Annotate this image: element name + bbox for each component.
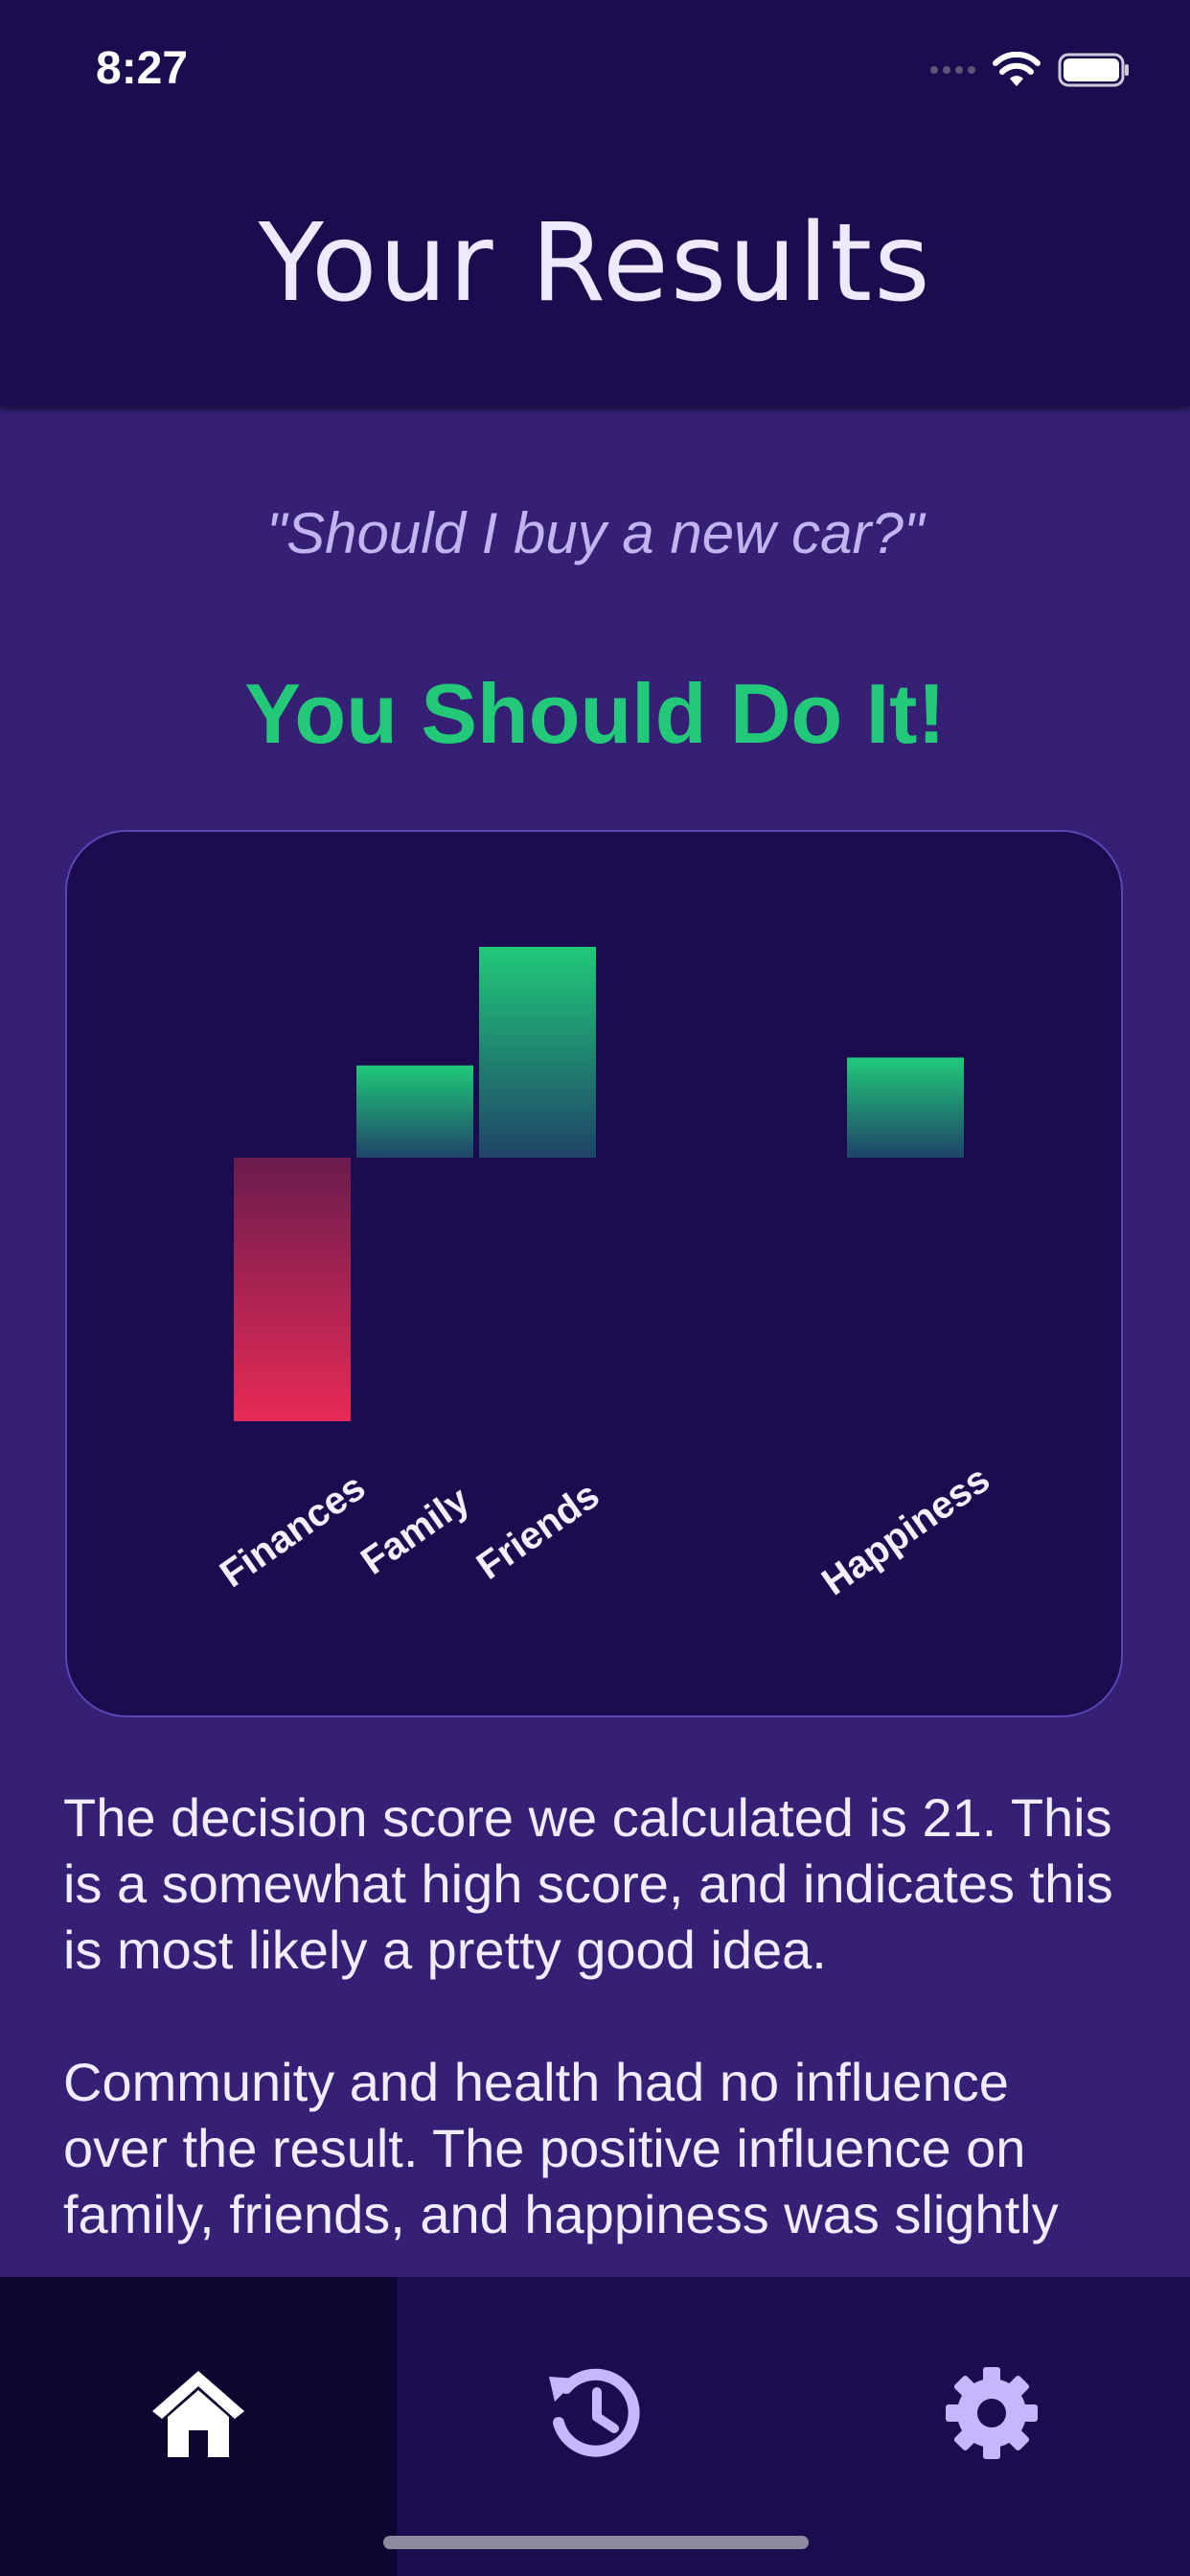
home-indicator — [383, 2536, 809, 2549]
wifi-icon — [993, 52, 1041, 86]
home-icon — [152, 2371, 244, 2457]
page-title: Your Results — [258, 201, 932, 326]
summary-text: The decision score we calculated is 21. … — [63, 1784, 1127, 2313]
status-time: 8:27 — [96, 43, 189, 94]
header: 8:27 Your Results — [0, 0, 1190, 406]
status-icons — [930, 52, 1131, 88]
bar-happiness — [847, 1057, 964, 1158]
tab-bar — [0, 2277, 1190, 2576]
tick-label-finances: Finances — [213, 1466, 373, 1597]
tab-history[interactable] — [397, 2277, 793, 2576]
tick-label-happiness: Happiness — [814, 1458, 997, 1603]
tab-settings[interactable] — [793, 2277, 1190, 2576]
settings-icon — [946, 2367, 1038, 2459]
history-icon — [549, 2368, 640, 2457]
tick-label-friends: Friends — [469, 1474, 607, 1588]
chart-card: Finances Family Friends Happiness — [65, 830, 1123, 1717]
question-text: "Should I buy a new car?" — [265, 501, 925, 565]
bar-friends — [479, 947, 596, 1158]
signal-icon — [930, 66, 975, 74]
tab-home[interactable] — [0, 2277, 397, 2576]
results-bar-chart: FinancesFamilyFriends Happiness — [213, 947, 997, 1603]
bar-family — [356, 1065, 473, 1158]
bar-finances — [234, 1158, 351, 1421]
summary-paragraph: The decision score we calculated is 21. … — [63, 1787, 1113, 1980]
verdict-text: You Should Do It! — [244, 666, 946, 761]
summary-paragraph: Community and health had no influence ov… — [63, 2052, 1059, 2244]
tick-label-family: Family — [354, 1479, 478, 1583]
battery-icon — [1058, 53, 1129, 87]
